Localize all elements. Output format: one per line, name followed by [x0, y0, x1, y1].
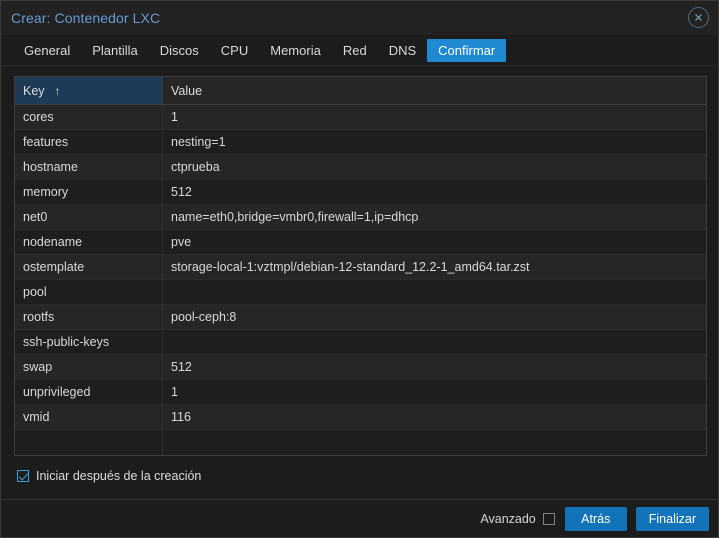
table-row[interactable]: cores 1 — [15, 105, 706, 130]
table-cell-value: nesting=1 — [171, 135, 226, 149]
dialog-content: Key ↑ Value cores 1 features nesting=1 hostn… — [1, 66, 718, 499]
wizard-tabbar: General Plantilla Discos CPU Memoria Red… — [1, 35, 718, 66]
table-cell-value: ctprueba — [171, 160, 220, 174]
table-cell-key: pool — [15, 280, 163, 304]
table-row[interactable]: net0 name=eth0,bridge=vmbr0,firewall=1,ip… — [15, 205, 706, 230]
table-cell-value — [163, 330, 706, 354]
table-cell-key: unprivileged — [15, 380, 163, 404]
advanced-label: Avanzado — [480, 511, 536, 526]
advanced-checkbox[interactable] — [542, 512, 555, 525]
table-cell-value — [163, 430, 706, 455]
summary-grid: Key ↑ Value cores 1 features nesting=1 hostn… — [14, 76, 707, 456]
table-row[interactable]: features nesting=1 — [15, 130, 706, 155]
back-button[interactable]: Atrás — [564, 506, 627, 531]
table-row[interactable]: ssh-public-keys — [15, 330, 706, 355]
table-cell-value — [163, 280, 706, 304]
grid-header-row: Key ↑ Value — [15, 77, 706, 105]
table-row[interactable]: nodename pve — [15, 230, 706, 255]
dialog-footer: Avanzado Atrás Finalizar — [1, 499, 718, 537]
table-row[interactable]: unprivileged 1 — [15, 380, 706, 405]
table-row[interactable]: vmid 116 — [15, 405, 706, 430]
table-cell-key: cores — [15, 105, 163, 129]
table-cell-value: pve — [171, 235, 192, 249]
table-row[interactable] — [15, 430, 706, 455]
sort-ascending-icon: ↑ — [54, 83, 61, 98]
table-row[interactable]: rootfs pool-ceph:8 — [15, 305, 706, 330]
start-after-creation-checkbox[interactable] — [17, 470, 29, 482]
table-row[interactable]: memory 512 — [15, 180, 706, 205]
tab-red[interactable]: Red — [332, 39, 378, 62]
table-cell-key: vmid — [15, 405, 163, 429]
table-cell-key: ssh-public-keys — [15, 330, 163, 354]
finish-button[interactable]: Finalizar — [635, 506, 709, 531]
grid-header-key-col[interactable]: Key ↑ — [15, 77, 163, 104]
table-cell-value: 116 — [171, 410, 191, 424]
start-after-creation-option[interactable]: Iniciar después de la creación — [14, 469, 706, 483]
start-after-creation-label: Iniciar después de la creación — [36, 469, 202, 483]
tab-confirmar[interactable]: Confirmar — [427, 38, 507, 62]
tab-discos[interactable]: Discos — [149, 39, 210, 62]
table-cell-value: 512 — [171, 360, 192, 374]
dialog-titlebar: Crear: Contenedor LXC — [1, 1, 718, 35]
table-cell-value: 1 — [171, 385, 178, 399]
table-cell-value: pool-ceph:8 — [171, 310, 237, 324]
table-row[interactable]: hostname ctprueba — [15, 155, 706, 180]
close-icon[interactable] — [688, 7, 709, 28]
table-cell-key: swap — [15, 355, 163, 379]
table-cell-value: storage-local-1:vztmpl/debian-12-standar… — [171, 260, 530, 274]
table-row[interactable]: swap 512 — [15, 355, 706, 380]
tab-memoria[interactable]: Memoria — [259, 39, 332, 62]
table-cell-key — [15, 430, 163, 455]
tab-cpu[interactable]: CPU — [210, 39, 259, 62]
advanced-option[interactable]: Avanzado — [480, 511, 555, 526]
table-row[interactable]: pool — [15, 280, 706, 305]
table-cell-key: features — [15, 130, 163, 154]
table-cell-key: memory — [15, 180, 163, 204]
table-cell-key: rootfs — [15, 305, 163, 329]
table-cell-key: net0 — [15, 205, 163, 229]
table-cell-value: 1 — [171, 110, 178, 124]
create-lxc-dialog: Crear: Contenedor LXC General Plantilla … — [0, 0, 719, 538]
table-cell-value: name=eth0,bridge=vmbr0,firewall=1,ip=dhc… — [171, 210, 419, 224]
grid-header-value-col[interactable]: Value — [163, 77, 706, 104]
tab-plantilla[interactable]: Plantilla — [81, 39, 149, 62]
grid-header-key-label: Key — [23, 83, 45, 98]
dialog-title: Crear: Contenedor LXC — [11, 10, 161, 26]
grid-body: cores 1 features nesting=1 hostname ctprueba m… — [15, 105, 706, 455]
table-cell-key: nodename — [15, 230, 163, 254]
table-cell-key: ostemplate — [15, 255, 163, 279]
table-cell-value: 512 — [171, 185, 192, 199]
table-cell-key: hostname — [15, 155, 163, 179]
tab-dns[interactable]: DNS — [378, 39, 427, 62]
table-row[interactable]: ostemplate storage-local-1:vztmpl/debian-… — [15, 255, 706, 280]
tab-general[interactable]: General — [13, 39, 81, 62]
grid-header-value-label: Value — [171, 83, 203, 98]
